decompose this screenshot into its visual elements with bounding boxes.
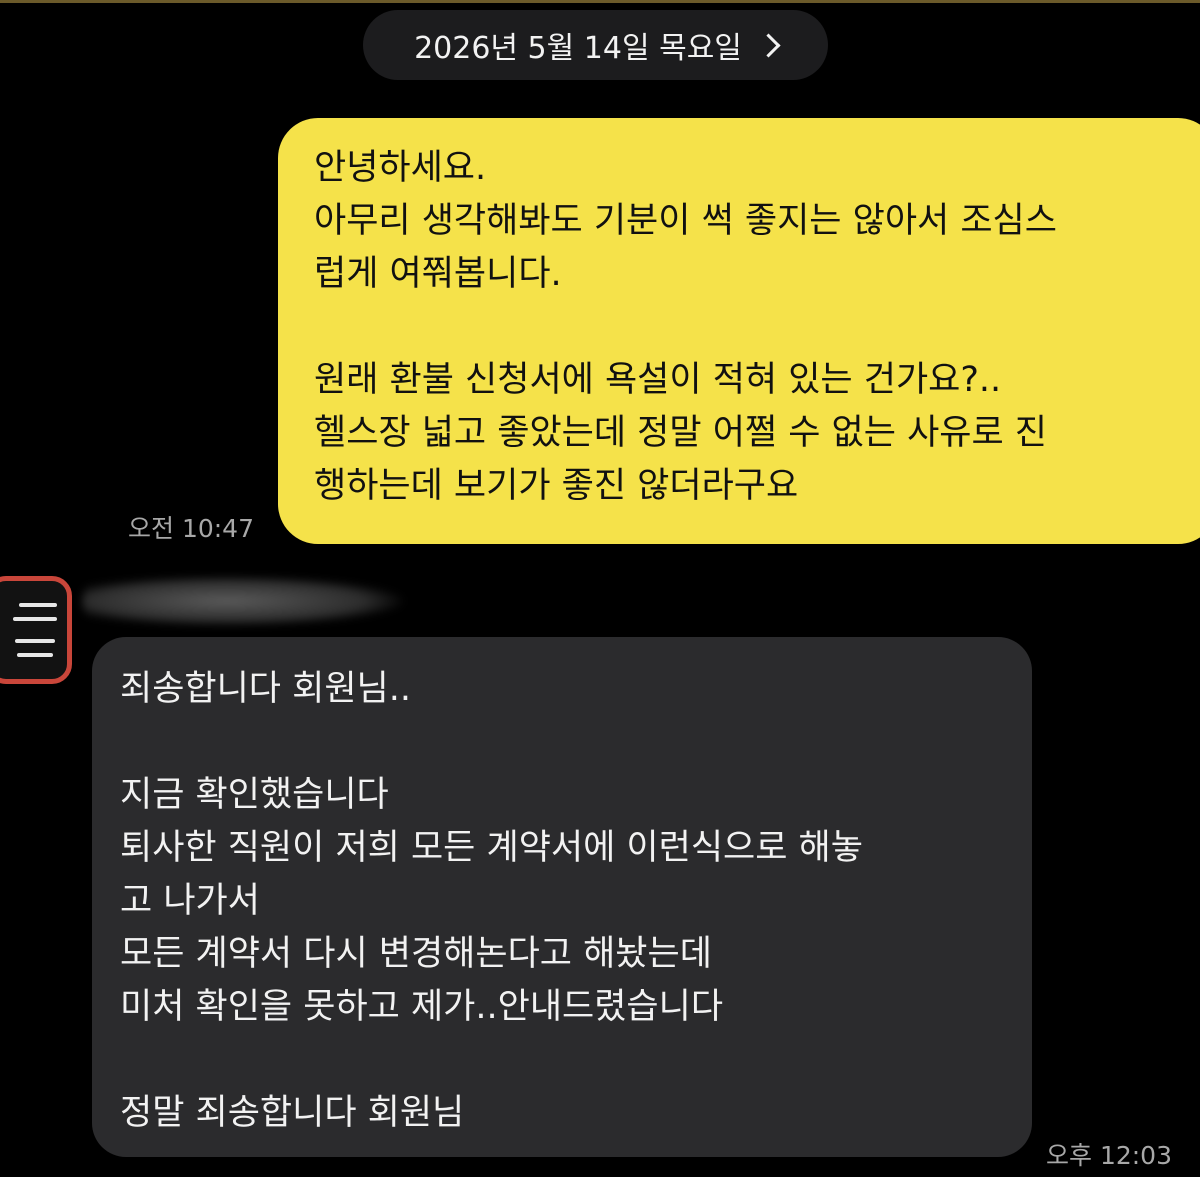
sender-name-redacted xyxy=(82,576,404,626)
message-line: 헬스장 넓고 좋았는데 정말 어쩔 수 없는 사유로 진 xyxy=(314,413,1048,453)
message-line: 지금 확인했습니다 xyxy=(120,775,389,815)
message-line: 고 나가서 xyxy=(120,881,260,921)
date-header-button[interactable]: 2026년 5월 14일 목요일 xyxy=(363,10,828,80)
avatar-graphic xyxy=(19,603,57,607)
avatar-graphic xyxy=(15,639,55,643)
top-divider xyxy=(0,0,1200,3)
message-line: 정말 죄송합니다 회원님 xyxy=(120,1093,465,1133)
incoming-message-bubble[interactable]: 죄송합니다 회원님.. 지금 확인했습니다 퇴사한 직원이 저희 모든 계약서에… xyxy=(92,637,1032,1157)
avatar[interactable] xyxy=(0,576,72,684)
message-line: 안녕하세요. xyxy=(314,148,487,188)
message-timestamp: 오후 12:03 xyxy=(1046,1141,1172,1170)
avatar-graphic xyxy=(13,617,57,621)
message-timestamp: 오전 10:47 xyxy=(128,514,254,543)
avatar-graphic xyxy=(17,653,53,657)
message-line: 죄송합니다 회원님.. xyxy=(120,669,411,709)
message-line: 아무리 생각해봐도 기분이 썩 좋지는 않아서 조심스 xyxy=(314,201,1057,241)
message-line: 퇴사한 직원이 저희 모든 계약서에 이런식으로 해놓 xyxy=(120,828,863,868)
message-line: 모든 계약서 다시 변경해논다고 해놨는데 xyxy=(120,934,712,974)
chevron-right-icon xyxy=(756,32,781,58)
message-line xyxy=(120,1034,1012,1087)
message-line: 미처 확인을 못하고 제가..안내드렸습니다 xyxy=(120,987,724,1027)
message-line: 행하는데 보기가 좋진 않더라구요 xyxy=(314,466,799,506)
date-header-label: 2026년 5월 14일 목요일 xyxy=(414,31,742,66)
message-line xyxy=(120,716,1012,769)
message-line: 원래 환불 신청서에 욕설이 적혀 있는 건가요?.. xyxy=(314,360,1002,400)
message-line: 럽게 여쭤봅니다. xyxy=(314,254,562,294)
message-line xyxy=(314,301,1198,354)
outgoing-message-bubble[interactable]: 안녕하세요. 아무리 생각해봐도 기분이 썩 좋지는 않아서 조심스 럽게 여쭤… xyxy=(278,118,1200,544)
